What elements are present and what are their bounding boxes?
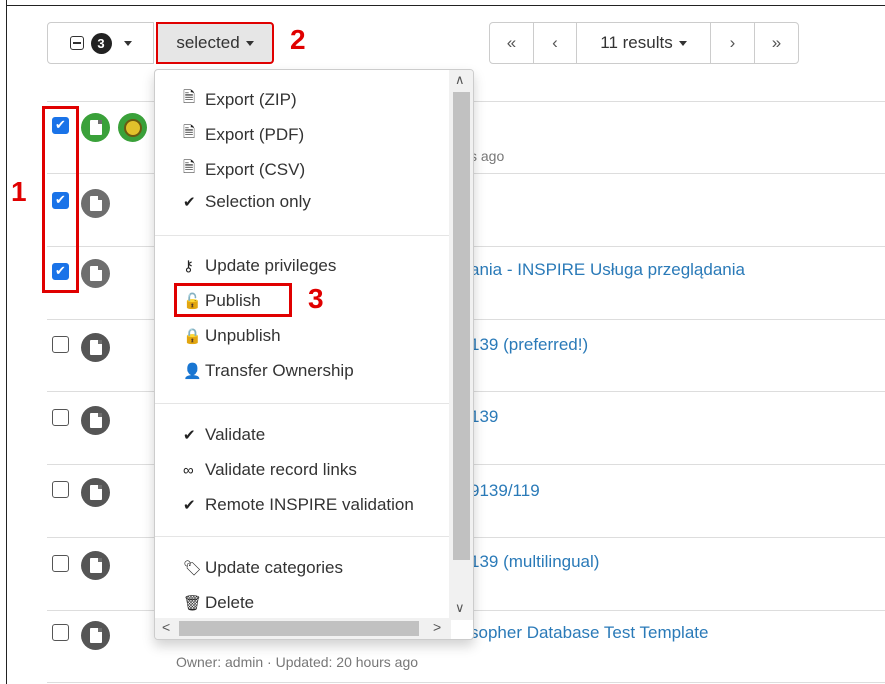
row-checkbox[interactable]: [52, 409, 69, 426]
menu-item-label: Update categories: [205, 558, 343, 577]
record-title-link[interactable]: 9139/119: [470, 481, 540, 501]
menu-item-transfer-ownership[interactable]: 👤 Transfer Ownership: [183, 361, 354, 381]
row-meta: Owner: admin · Updated: 20 hours ago: [176, 654, 419, 670]
menu-item-label: Export (PDF): [205, 124, 305, 144]
caret-down-icon: [678, 40, 687, 46]
selected-actions-menu: 🗎 Export (ZIP) 🗎 Export (PDF) 🗎 Export (…: [154, 69, 474, 640]
record-title-link[interactable]: 139 (multilingual): [470, 552, 599, 572]
results-count-dropdown[interactable]: 11 results: [576, 22, 711, 64]
menu-item-update-categories[interactable]: 🏷 Update categories: [183, 558, 343, 578]
menu-item-label: Selection only: [205, 192, 311, 211]
menu-item-label: Validate record links: [205, 460, 357, 479]
row-checkbox[interactable]: [52, 481, 69, 498]
menu-horizontal-thumb[interactable]: [179, 621, 419, 636]
menu-divider: [155, 235, 450, 236]
menu-item-export-pdf[interactable]: 🗎 Export (PDF): [183, 122, 304, 147]
menu-item-export-csv[interactable]: 🗎 Export (CSV): [183, 157, 305, 182]
partial-select-icon: [69, 36, 84, 50]
check-icon: ✔: [183, 194, 196, 211]
scroll-right-arrow-icon[interactable]: >: [433, 619, 441, 635]
metadata-record-icon: [81, 259, 110, 288]
menu-divider: [155, 403, 450, 404]
metadata-template-icon: [81, 551, 110, 580]
annotation-highlight-publish: [174, 283, 292, 317]
scroll-left-arrow-icon[interactable]: <: [162, 619, 170, 635]
select-all-dropdown-button[interactable]: 3: [47, 22, 154, 64]
metadata-template-icon: [81, 478, 110, 507]
menu-item-export-zip[interactable]: 🗎 Export (ZIP): [183, 87, 297, 112]
check-icon: ✔: [183, 497, 196, 514]
caret-down-icon: [245, 40, 254, 46]
row-checkbox[interactable]: [52, 336, 69, 353]
menu-item-unpublish[interactable]: 🔒 Unpublish: [183, 326, 281, 346]
results-count-label: 11 results: [600, 33, 673, 52]
row-meta: s ago: [470, 148, 505, 164]
menu-item-label: Validate: [205, 425, 266, 444]
record-title-link[interactable]: sopher Database Test Template: [470, 623, 708, 643]
scroll-down-arrow-icon[interactable]: ∨: [455, 600, 465, 616]
record-title-link[interactable]: 139: [470, 407, 498, 427]
lock-icon: 🔒: [183, 328, 202, 345]
key-icon: ⚷: [183, 258, 194, 275]
tags-icon: 🏷: [183, 560, 203, 577]
pager-prev-button[interactable]: ‹: [533, 22, 577, 64]
selected-actions-label: selected: [176, 33, 240, 52]
metadata-template-icon: [81, 621, 110, 650]
menu-horizontal-scrollbar[interactable]: < >: [155, 618, 451, 639]
menu-item-validate[interactable]: ✔ Validate: [183, 425, 265, 445]
record-title-link[interactable]: 139 (preferred!): [470, 335, 588, 355]
selected-actions-button[interactable]: selected: [156, 22, 274, 64]
menu-item-label: Delete: [205, 593, 255, 612]
annotation-2: 2: [290, 24, 306, 55]
csv-file-icon: 🗎: [183, 159, 196, 176]
metadata-record-icon: [81, 189, 110, 218]
metadata-template-icon: [81, 406, 110, 435]
pdf-file-icon: 🗎: [183, 124, 196, 141]
link-icon: ∞: [183, 461, 194, 479]
pager-last-button[interactable]: »: [754, 22, 799, 64]
annotation-highlight-checkboxes: [42, 106, 79, 293]
annotation-3: 3: [308, 283, 324, 314]
record-title-link[interactable]: ania - INSPIRE Usługa przeglądania: [470, 260, 745, 280]
menu-item-label: Export (ZIP): [205, 89, 297, 109]
pager-next-button[interactable]: ›: [710, 22, 755, 64]
bug-logo-icon: [118, 113, 147, 142]
menu-divider: [155, 536, 450, 537]
user-icon: 👤: [183, 363, 202, 380]
frame-top-border: [6, 5, 885, 6]
menu-item-selection-only[interactable]: ✔ Selection only: [183, 192, 311, 212]
annotation-1: 1: [11, 176, 27, 207]
menu-item-label: Unpublish: [205, 326, 281, 345]
menu-item-validate-record-links[interactable]: ∞ Validate record links: [183, 460, 357, 480]
menu-item-label: Update privileges: [205, 256, 337, 275]
metadata-record-icon: [81, 113, 110, 142]
caret-down-icon: [123, 40, 132, 46]
menu-vertical-scrollbar[interactable]: ∧ ∨: [449, 70, 473, 620]
menu-item-update-privileges[interactable]: ⚷ Update privileges: [183, 256, 336, 276]
metadata-template-icon: [81, 333, 110, 362]
scroll-up-arrow-icon[interactable]: ∧: [455, 72, 465, 88]
zip-file-icon: 🗎: [183, 89, 196, 106]
row-checkbox[interactable]: [52, 624, 69, 641]
pager-first-button[interactable]: «: [489, 22, 534, 64]
check-icon: ✔: [183, 427, 196, 444]
frame-left-border: [6, 0, 7, 684]
row-divider: [47, 682, 885, 683]
row-checkbox[interactable]: [52, 555, 69, 572]
menu-item-remote-inspire-validation[interactable]: ✔ Remote INSPIRE validation: [183, 495, 414, 515]
menu-item-label: Remote INSPIRE validation: [205, 495, 414, 514]
menu-item-delete[interactable]: 🗑 Delete: [183, 593, 254, 613]
trash-icon: 🗑: [183, 595, 203, 612]
menu-item-label: Transfer Ownership: [205, 361, 354, 380]
selected-count-badge: 3: [90, 32, 112, 54]
menu-scrollbar-thumb[interactable]: [453, 92, 470, 560]
menu-item-label: Export (CSV): [205, 159, 306, 179]
